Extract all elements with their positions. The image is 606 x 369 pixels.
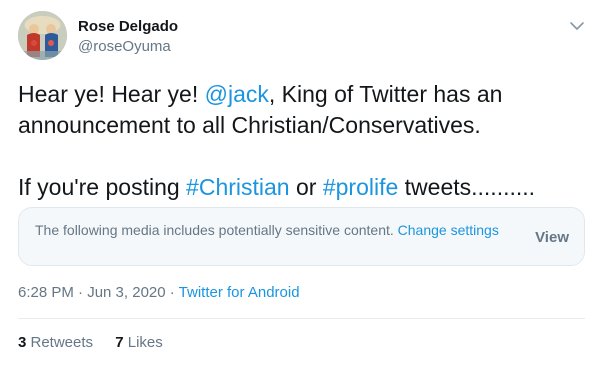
tweet-line-3: If you're posting #Christian or #prolife…	[18, 172, 588, 203]
tweet-timestamp[interactable]: 6:28 PM · Jun 3, 2020 ·	[18, 284, 179, 301]
mention-link[interactable]: @jack	[205, 81, 269, 107]
tweet-stats: 3 Retweets 7 Likes	[18, 334, 181, 351]
change-settings-link[interactable]: Change settings	[398, 222, 499, 238]
author-display-name[interactable]: Rose Delgado	[78, 18, 178, 35]
tweet-text: Hear ye! Hear ye! @jack, King of Twitter…	[18, 79, 588, 203]
tweet-line-1: Hear ye! Hear ye! @jack, King of Twitter…	[18, 79, 588, 110]
likes-count: 7	[115, 334, 124, 351]
religious-art-avatar-icon	[18, 11, 67, 60]
tweet-meta: 6:28 PM · Jun 3, 2020 · Twitter for Andr…	[18, 284, 300, 301]
tweet-source-link[interactable]: Twitter for Android	[179, 284, 300, 301]
hashtag-christian-link[interactable]: #Christian	[186, 174, 290, 200]
tweet-line-2: announcement to all Christian/Conservati…	[18, 112, 481, 138]
tweet-text-segment: If you're posting	[18, 174, 187, 200]
author-handle[interactable]: @roseOyuma	[78, 38, 171, 55]
likes-label: Likes	[123, 334, 163, 351]
sensitive-media-message: The following media includes potentially…	[35, 220, 505, 240]
tweet-text-segment: , King of Twitter has an	[268, 81, 503, 107]
hashtag-prolife-link[interactable]: #prolife	[323, 174, 398, 200]
tweet-card: Rose Delgado @roseOyuma Hear ye! Hear ye…	[0, 0, 606, 369]
tweet-text-segment: or	[289, 174, 323, 200]
retweets-stat[interactable]: 3 Retweets	[18, 334, 93, 351]
likes-stat[interactable]: 7 Likes	[115, 334, 163, 351]
divider	[18, 318, 585, 319]
sensitive-media-notice: The following media includes potentially…	[18, 207, 585, 266]
retweets-label: Retweets	[26, 334, 94, 351]
tweet-text-segment: tweets..........	[398, 174, 536, 200]
avatar[interactable]	[18, 11, 67, 60]
view-media-button[interactable]: View	[535, 229, 569, 246]
sensitive-message-text: The following media includes potentially…	[35, 222, 398, 238]
tweet-text-segment: Hear ye! Hear ye!	[18, 81, 205, 107]
chevron-down-icon[interactable]	[566, 15, 588, 37]
